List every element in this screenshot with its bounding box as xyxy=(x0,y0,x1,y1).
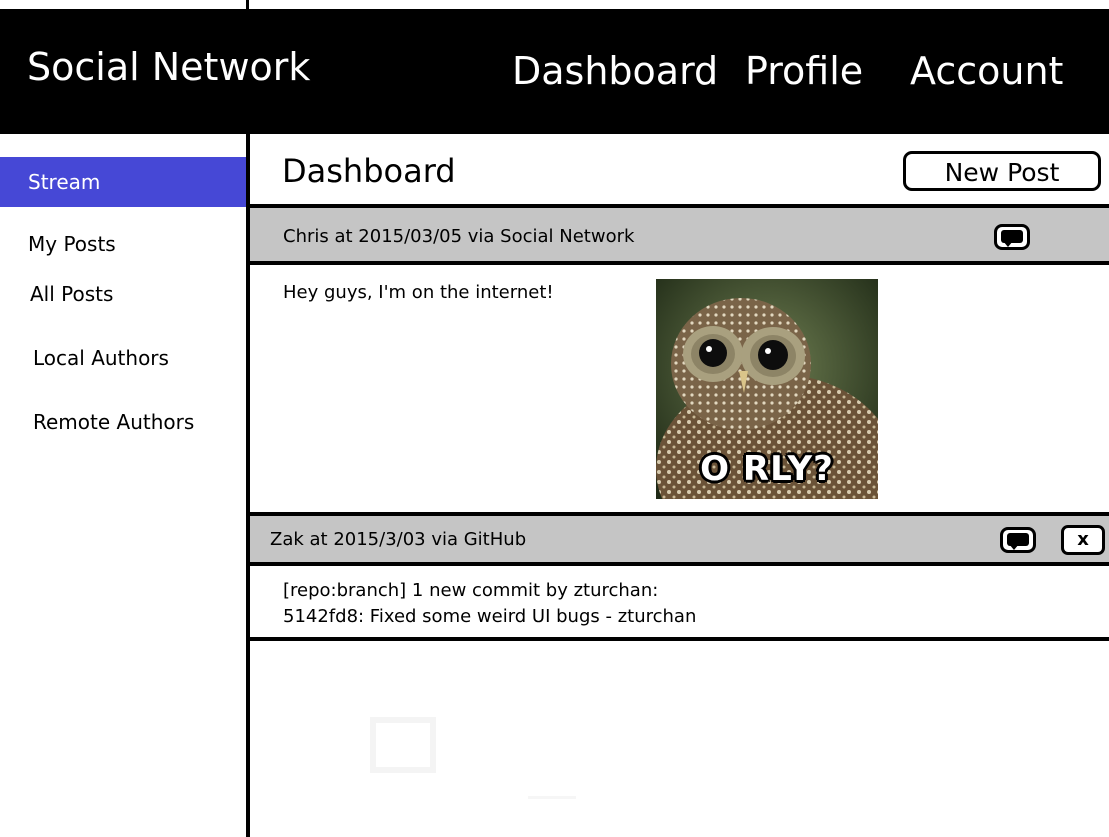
post-header: Zak at 2015/3/03 via GitHub x xyxy=(250,512,1109,566)
new-post-button[interactable]: New Post xyxy=(903,151,1101,191)
top-margin xyxy=(0,0,1109,9)
post-body: Hey guys, I'm on the internet! xyxy=(283,282,554,303)
sidebar-item-remote-authors[interactable]: Remote Authors xyxy=(33,410,279,434)
nav-account[interactable]: Account xyxy=(910,49,1063,93)
sidebar-item-all-posts[interactable]: All Posts xyxy=(30,282,276,306)
faint-artifact-line xyxy=(528,796,576,799)
post-meta: Chris at 2015/03/05 via Social Network xyxy=(283,226,635,247)
sidebar-item-label: Stream xyxy=(28,170,101,194)
faint-artifact xyxy=(370,717,436,773)
sidebar-item-local-authors[interactable]: Local Authors xyxy=(33,346,279,370)
sidebar-item-stream[interactable]: Stream xyxy=(0,157,246,207)
top-divider-line xyxy=(246,0,249,9)
image-caption: O RLY? xyxy=(700,449,834,489)
post-meta: Zak at 2015/3/03 via GitHub xyxy=(270,529,527,550)
nav-profile[interactable]: Profile xyxy=(745,49,863,93)
page-title: Dashboard xyxy=(282,152,456,190)
app-header: Social Network Dashboard Profile Account xyxy=(0,9,1109,134)
post-body-line: [repo:branch] 1 new commit by zturchan: xyxy=(283,580,659,601)
brand-title: Social Network xyxy=(27,45,311,89)
owl-image: O RLY? xyxy=(656,279,878,499)
post-body-line: 5142fd8: Fixed some weird UI bugs - ztur… xyxy=(283,606,697,627)
comment-icon[interactable] xyxy=(1000,527,1036,553)
sidebar-item-my-posts[interactable]: My Posts xyxy=(28,232,274,256)
post-header: Chris at 2015/03/05 via Social Network xyxy=(250,204,1109,265)
comment-icon[interactable] xyxy=(994,224,1030,250)
nav-dashboard[interactable]: Dashboard xyxy=(512,49,718,93)
post-divider xyxy=(250,637,1109,641)
delete-button[interactable]: x xyxy=(1061,525,1105,555)
